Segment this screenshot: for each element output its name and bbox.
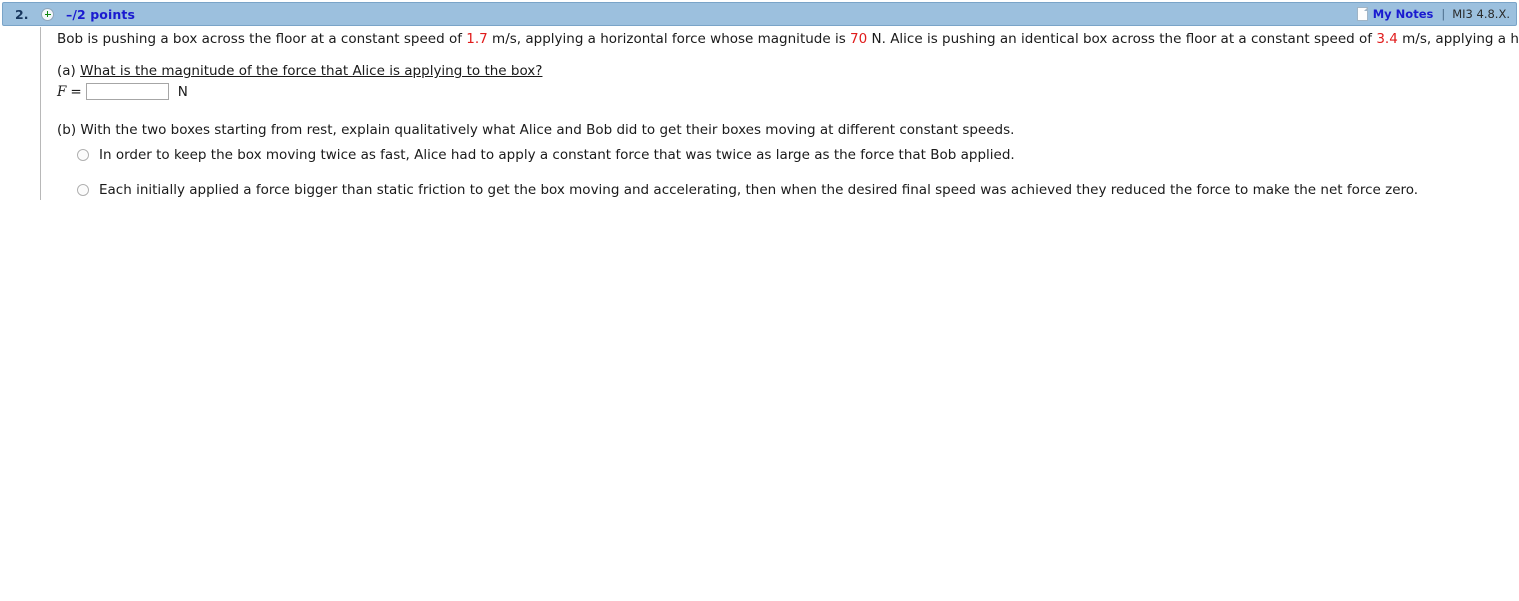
option-label: In order to keep the box moving twice as… [99, 147, 1015, 163]
points-label: –/2 points [66, 6, 135, 22]
option-row[interactable]: In order to keep the box moving twice as… [77, 147, 1517, 164]
question-content: Bob is pushing a box across the floor at… [57, 31, 1519, 199]
plus-circle-icon[interactable] [41, 7, 54, 21]
part-b-label: (b) [57, 122, 77, 138]
question-number: 2. [15, 6, 29, 22]
value-speed-bob: 1.7 [466, 31, 488, 47]
header-separator: | [1441, 7, 1446, 21]
radio-button-icon[interactable] [77, 184, 89, 196]
problem-text-3: N. Alice is pushing an identical box acr… [867, 31, 1377, 47]
force-answer-input[interactable] [85, 83, 169, 100]
radio-button-icon[interactable] [77, 149, 89, 161]
equals-sign: = [70, 83, 82, 100]
part-a-block: (a) What is the magnitude of the force t… [57, 63, 1517, 80]
option-label: Each initially applied a force bigger th… [99, 182, 1419, 198]
my-notes-link[interactable]: My Notes [1373, 7, 1434, 21]
question-left-rule [40, 27, 41, 200]
part-b-options: In order to keep the box moving twice as… [77, 147, 1517, 199]
part-a-question: What is the magnitude of the force that … [80, 63, 543, 79]
value-force-bob: 70 [850, 31, 868, 47]
problem-text-2: m/s, applying a horizontal force whose m… [487, 31, 851, 47]
value-speed-alice: 3.4 [1376, 31, 1398, 47]
header-right-group: My Notes | MI3 4.8.X. [1356, 7, 1510, 21]
version-label: MI3 4.8.X. [1452, 7, 1510, 21]
option-row[interactable]: Each initially applied a force bigger th… [77, 182, 1517, 199]
problem-text-1: Bob is pushing a box across the floor at… [57, 31, 467, 47]
part-b-question: With the two boxes starting from rest, e… [80, 122, 1015, 138]
force-variable-label: F [57, 83, 67, 100]
part-a-label: (a) [57, 63, 76, 79]
force-unit-label: N [177, 83, 188, 100]
part-b-block: (b) With the two boxes starting from res… [57, 122, 1517, 139]
question-header-bar: 2. –/2 points My Notes | MI3 4.8.X. [2, 2, 1517, 26]
problem-statement: Bob is pushing a box across the floor at… [57, 31, 1519, 48]
part-a-answer-row: F = N [57, 83, 1517, 100]
problem-text-4: m/s, applying a horizontal force. [1402, 31, 1519, 47]
note-page-icon[interactable] [1356, 7, 1368, 21]
